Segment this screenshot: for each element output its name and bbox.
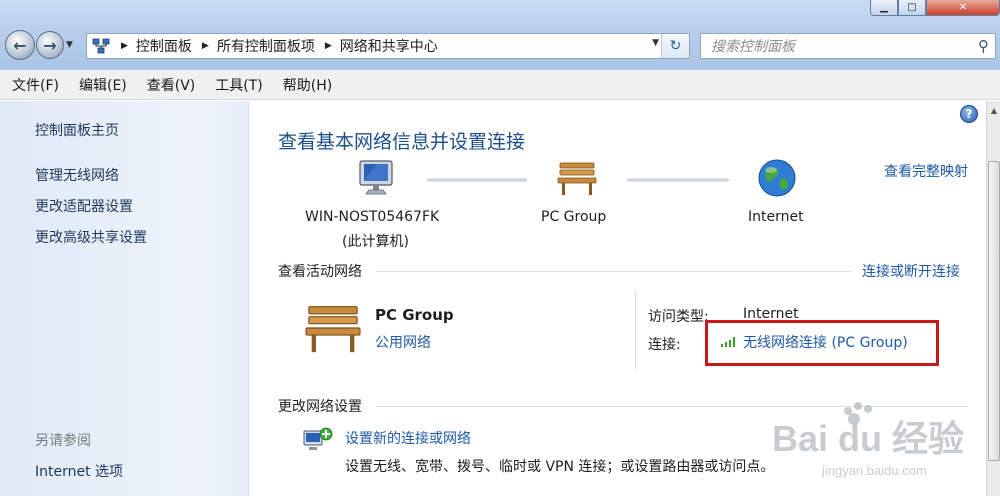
menu-tools[interactable]: 工具(T)	[215, 75, 262, 95]
baidu-watermark-logo: Bai du 经验 jingyan.baidu.com	[762, 391, 986, 481]
computer-name-label: WIN-NOST05467FK	[305, 209, 440, 225]
back-arrow-icon: ←	[13, 35, 27, 55]
network-name-label: PC Group	[541, 209, 607, 225]
address-bar[interactable]: ▶ 控制面板 ▶ 所有控制面板项 ▶ 网络和共享中心 ▼ ↻	[86, 33, 690, 59]
setup-new-connection-link[interactable]: 设置新的连接或网络	[345, 428, 471, 448]
help-icon[interactable]: ?	[960, 105, 978, 123]
internet-label: Internet	[748, 209, 804, 225]
search-icon[interactable]: ⚲	[978, 37, 989, 55]
computer-sub-label: (此计算机)	[342, 234, 409, 250]
title-bar: ▁ □ ✕ ← → ▼ ▶ 控制面板 ▶ 所有控制面板项 ▶ 网络和共享中心 ▼…	[0, 0, 1000, 70]
annotation-highlight-box	[705, 320, 939, 366]
breadcrumb-network-sharing-center[interactable]: 网络和共享中心	[340, 36, 438, 56]
breadcrumb-all-items[interactable]: 所有控制面板项	[217, 36, 315, 56]
map-connector-line	[627, 178, 729, 182]
watermark-url: jingyan.baidu.com	[821, 463, 927, 478]
bench-network-icon[interactable]	[302, 301, 364, 359]
maximize-button[interactable]: □	[898, 0, 926, 16]
scroll-up-icon[interactable]: ▲	[988, 103, 1000, 117]
active-networks-heading: 查看活动网络	[278, 264, 362, 280]
refresh-button[interactable]: ↻	[661, 34, 689, 58]
internet-options-link[interactable]: Internet 选项	[35, 461, 123, 481]
menu-help[interactable]: 帮助(H)	[283, 75, 332, 95]
search-placeholder: 搜索控制面板	[711, 39, 795, 55]
forward-arrow-icon: →	[43, 35, 57, 55]
connection-label: 连接:	[648, 337, 681, 353]
breadcrumb-separator-icon[interactable]: ▶	[325, 41, 332, 51]
setup-new-connection-description: 设置无线、宽带、拨号、临时或 VPN 连接；或设置路由器或访问点。	[345, 459, 775, 475]
map-connector-line	[427, 178, 527, 182]
search-input[interactable]: 搜索控制面板 ⚲	[700, 33, 996, 59]
forward-button[interactable]: →	[36, 31, 64, 59]
breadcrumb-control-panel[interactable]: 控制面板	[136, 36, 192, 56]
scrollbar-thumb[interactable]	[988, 161, 1000, 461]
refresh-icon: ↻	[669, 38, 682, 54]
breadcrumb-separator-icon[interactable]: ▶	[121, 41, 128, 51]
page-title: 查看基本网络信息并设置连接	[278, 131, 526, 153]
back-button[interactable]: ←	[5, 30, 35, 60]
network-type-link[interactable]: 公用网络	[375, 332, 431, 352]
main-content: ? 查看基本网络信息并设置连接 查看完整映射 WIN-NOST05467FK (…	[250, 101, 986, 496]
minimize-button[interactable]: ▁	[870, 0, 898, 16]
network-center-icon	[91, 37, 111, 55]
close-button[interactable]: ✕	[926, 0, 1000, 16]
watermark-brand: Bai du 经验	[772, 418, 964, 459]
menu-edit[interactable]: 编辑(E)	[79, 75, 127, 95]
menu-view[interactable]: 查看(V)	[147, 75, 196, 95]
vertical-scrollbar[interactable]: ▲	[986, 101, 1000, 496]
active-network-name: PC Group	[375, 306, 454, 324]
section-divider	[376, 271, 852, 272]
breadcrumb-separator-icon[interactable]: ▶	[202, 41, 209, 51]
menu-bar: 文件(F) 编辑(E) 查看(V) 工具(T) 帮助(H)	[0, 70, 1000, 100]
left-task-pane: 控制面板主页 管理无线网络 更改适配器设置 更改高级共享设置 另请参阅 Inte…	[0, 101, 249, 496]
view-full-map-link[interactable]: 查看完整映射	[884, 161, 968, 181]
computer-icon[interactable]	[356, 159, 398, 203]
change-adapter-settings-link[interactable]: 更改适配器设置	[35, 196, 133, 216]
globe-icon[interactable]	[756, 157, 798, 203]
new-connection-icon	[302, 425, 334, 459]
column-divider	[635, 291, 636, 369]
change-settings-heading: 更改网络设置	[278, 399, 362, 415]
menu-file[interactable]: 文件(F)	[12, 75, 59, 95]
connect-disconnect-link[interactable]: 连接或断开连接	[862, 261, 960, 281]
control-panel-home-link[interactable]: 控制面板主页	[35, 120, 119, 140]
recent-pages-dropdown-icon[interactable]: ▼	[66, 40, 73, 50]
bench-network-icon[interactable]	[556, 159, 598, 201]
change-advanced-sharing-link[interactable]: 更改高级共享设置	[35, 227, 147, 247]
see-also-heading: 另请参阅	[35, 433, 91, 449]
manage-wireless-networks-link[interactable]: 管理无线网络	[35, 165, 119, 185]
access-type-label: 访问类型:	[648, 309, 709, 325]
window-controls: ▁ □ ✕	[870, 0, 1000, 16]
address-dropdown-icon[interactable]: ▼	[652, 38, 659, 48]
